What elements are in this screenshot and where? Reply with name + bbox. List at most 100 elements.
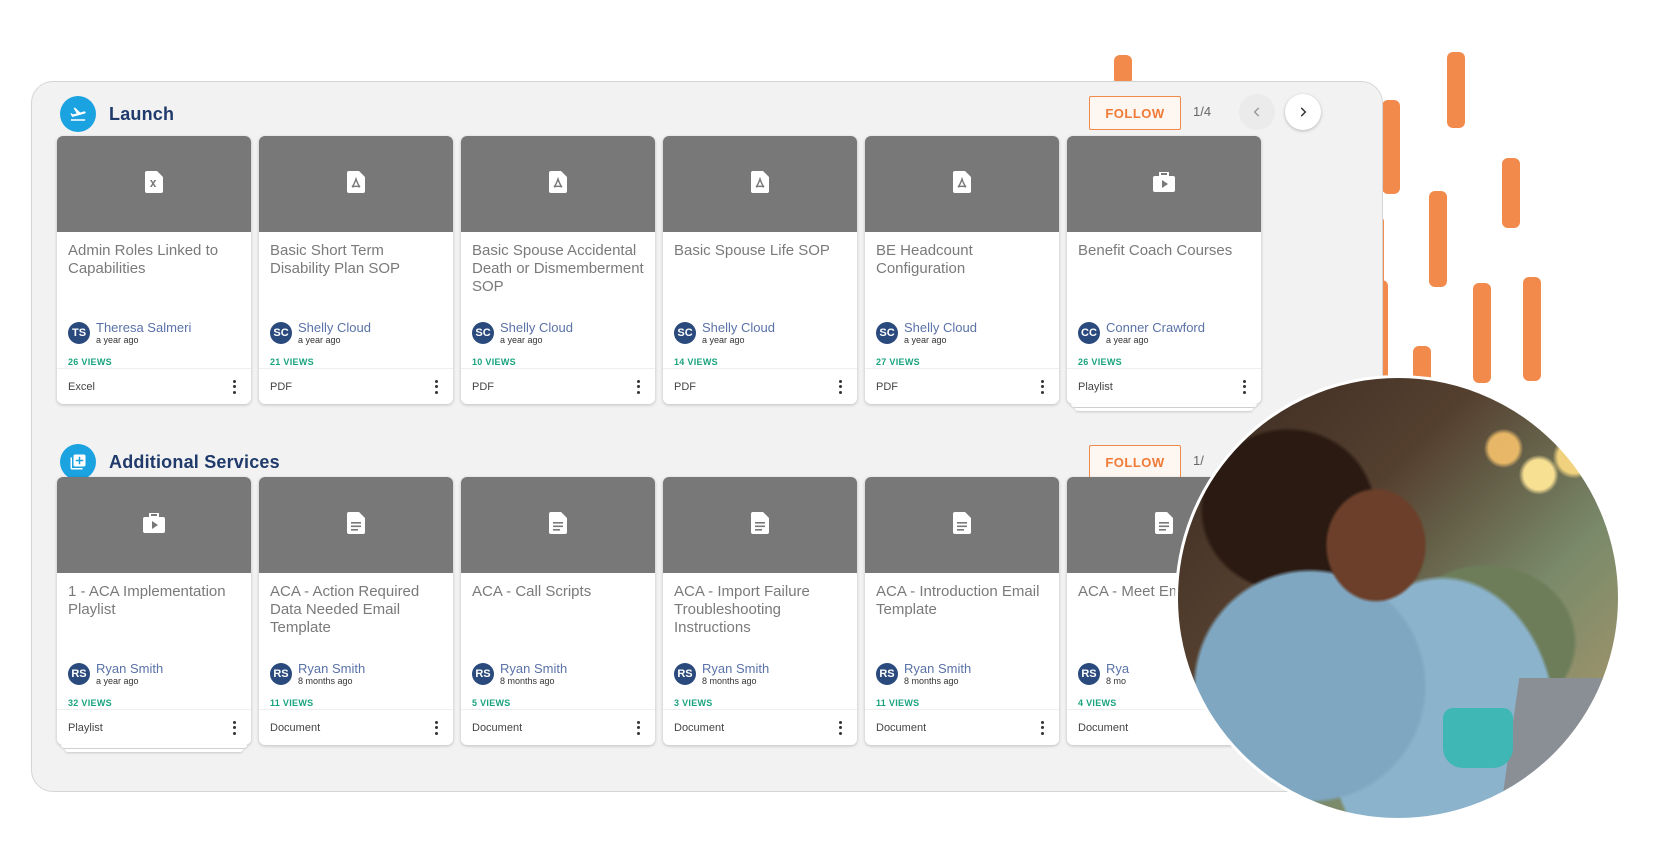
author-name[interactable]: Shelly Cloud	[702, 321, 775, 335]
author-time: 8 months ago	[298, 676, 353, 686]
content-card[interactable]: ACA - Action Required Data Needed Email …	[259, 477, 453, 745]
card-thumbnail[interactable]	[461, 136, 655, 232]
content-type-label: PDF	[674, 380, 696, 393]
author-name[interactable]: Theresa Salmeri	[96, 321, 191, 335]
content-card[interactable]: 1 - ACA Implementation Playlist RS Ryan Sm…	[57, 477, 251, 745]
content-type-label: Document	[270, 721, 321, 734]
content-card[interactable]: Basic Spouse Life SOP SC Shelly Cloud a yea…	[663, 136, 857, 404]
follow-button[interactable]: FOLLOW	[1089, 445, 1181, 479]
card-author: RS Ryan Smith a year ago	[68, 662, 163, 686]
card-author: RS Ryan Smith 8 months ago	[270, 662, 365, 686]
card-title[interactable]: ACA - Action Required Data Needed Email …	[270, 583, 445, 637]
author-name[interactable]: Ryan Smith	[500, 662, 567, 676]
view-count: 21 VIEWS	[270, 357, 314, 367]
more-options-icon[interactable]	[430, 379, 442, 395]
avatar: RS	[876, 663, 898, 685]
card-title[interactable]: Basic Spouse Life SOP	[674, 242, 849, 260]
author-name[interactable]: Conner Crawford	[1106, 321, 1205, 335]
author-name[interactable]: Shelly Cloud	[298, 321, 371, 335]
card-title[interactable]: ACA - Import Failure Troubleshooting Ins…	[674, 583, 849, 637]
avatar: CC	[1078, 322, 1100, 344]
pdf-file-icon	[549, 170, 567, 198]
document-icon	[953, 511, 971, 539]
avatar: TS	[68, 322, 90, 344]
card-title[interactable]: Admin Roles Linked to Capabilities	[68, 242, 243, 278]
follow-button[interactable]: FOLLOW	[1089, 96, 1181, 130]
airplane-takeoff-icon	[60, 96, 96, 132]
pdf-file-icon	[347, 170, 365, 198]
card-footer: Document	[461, 709, 655, 745]
card-author: RS Ryan Smith 8 months ago	[876, 662, 971, 686]
card-thumbnail[interactable]	[663, 477, 857, 573]
author-name[interactable]: Ryan Smith	[298, 662, 365, 676]
content-card[interactable]: Benefit Coach Courses CC Conner Crawford a …	[1067, 136, 1261, 404]
decorative-stroke	[1382, 100, 1400, 194]
content-type-label: Document	[1078, 721, 1129, 734]
section-title: Launch	[109, 103, 175, 124]
more-options-icon[interactable]	[430, 720, 442, 736]
card-title[interactable]: Benefit Coach Courses	[1078, 242, 1253, 260]
playlist-stack-edge	[1075, 408, 1253, 411]
pdf-file-icon	[953, 170, 971, 198]
more-options-icon[interactable]	[228, 379, 240, 395]
card-title[interactable]: Basic Short Term Disability Plan SOP	[270, 242, 445, 278]
card-thumbnail[interactable]	[461, 477, 655, 573]
card-thumbnail[interactable]	[259, 136, 453, 232]
view-count: 11 VIEWS	[270, 698, 314, 708]
avatar: RS	[1078, 663, 1100, 685]
content-type-label: PDF	[270, 380, 292, 393]
author-time: a year ago	[500, 335, 543, 345]
card-title[interactable]: BE Headcount Configuration	[876, 242, 1051, 278]
author-name[interactable]: Ryan Smith	[96, 662, 163, 676]
content-card[interactable]: Admin Roles Linked to Capabilities TS Ther…	[57, 136, 251, 404]
content-card[interactable]: ACA - Introduction Email Template RS Ryan …	[865, 477, 1059, 745]
document-icon	[347, 511, 365, 539]
card-title[interactable]: ACA - Call Scripts	[472, 583, 647, 601]
view-count: 32 VIEWS	[68, 698, 112, 708]
author-name[interactable]: Ryan Smith	[702, 662, 769, 676]
card-thumbnail[interactable]	[663, 136, 857, 232]
more-options-icon[interactable]	[1036, 720, 1048, 736]
playlist-icon	[143, 511, 165, 538]
card-title[interactable]: 1 - ACA Implementation Playlist	[68, 583, 243, 619]
more-options-icon[interactable]	[632, 720, 644, 736]
author-name[interactable]: Ryan Smith	[904, 662, 971, 676]
author-time: a year ago	[702, 335, 745, 345]
decorative-stroke	[1447, 52, 1465, 128]
more-options-icon[interactable]	[228, 720, 240, 736]
author-name[interactable]: Shelly Cloud	[904, 321, 977, 335]
more-options-icon[interactable]	[1238, 379, 1250, 395]
card-thumbnail[interactable]	[865, 136, 1059, 232]
card-title[interactable]: Basic Spouse Accidental Death or Dismemb…	[472, 242, 647, 296]
card-thumbnail[interactable]	[259, 477, 453, 573]
more-options-icon[interactable]	[1036, 379, 1048, 395]
card-thumbnail[interactable]	[57, 136, 251, 232]
playlist-stack-edge	[65, 749, 243, 752]
author-time: 8 months ago	[904, 676, 959, 686]
more-options-icon[interactable]	[834, 720, 846, 736]
avatar: SC	[472, 322, 494, 344]
decorative-stroke	[1473, 283, 1491, 383]
next-page-button[interactable]	[1285, 94, 1321, 130]
author-time: 8 months ago	[702, 676, 757, 686]
avatar: RS	[68, 663, 90, 685]
content-card[interactable]: BE Headcount Configuration SC Shelly Cloud…	[865, 136, 1059, 404]
card-author: CC Conner Crawford a year ago	[1078, 321, 1205, 345]
content-card[interactable]: Basic Short Term Disability Plan SOP SC Sh…	[259, 136, 453, 404]
view-count: 14 VIEWS	[674, 357, 718, 367]
more-options-icon[interactable]	[632, 379, 644, 395]
view-count: 11 VIEWS	[876, 698, 920, 708]
content-card[interactable]: ACA - Call Scripts RS Ryan Smith 8 months a…	[461, 477, 655, 745]
card-title[interactable]: ACA - Introduction Email Template	[876, 583, 1051, 619]
card-thumbnail[interactable]	[57, 477, 251, 573]
more-options-icon[interactable]	[834, 379, 846, 395]
card-thumbnail[interactable]	[865, 477, 1059, 573]
author-name[interactable]: Rya	[1106, 662, 1129, 676]
view-count: 26 VIEWS	[68, 357, 112, 367]
section-title: Additional Services	[109, 451, 280, 472]
author-name[interactable]: Shelly Cloud	[500, 321, 573, 335]
previous-page-button[interactable]	[1239, 94, 1275, 130]
content-card[interactable]: ACA - Import Failure Troubleshooting Ins…	[663, 477, 857, 745]
card-thumbnail[interactable]	[1067, 136, 1261, 232]
content-card[interactable]: Basic Spouse Accidental Death or Dismemb…	[461, 136, 655, 404]
